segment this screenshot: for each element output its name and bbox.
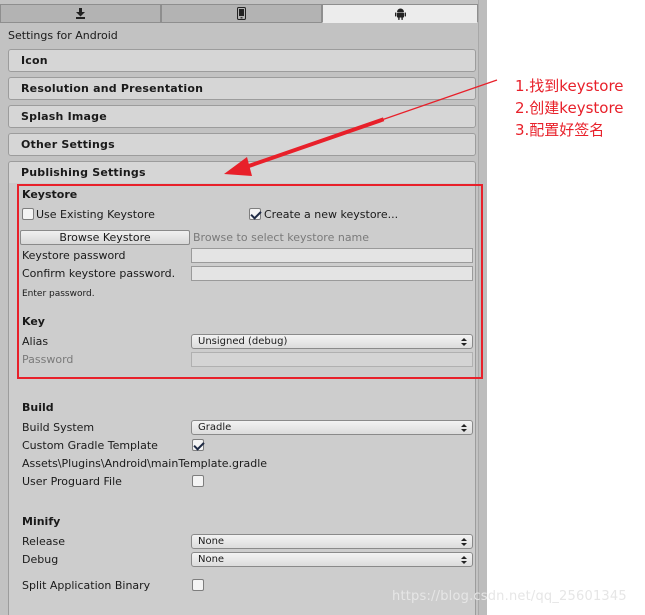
section-resolution[interactable]: Resolution and Presentation bbox=[8, 77, 476, 100]
section-other-settings-label: Other Settings bbox=[21, 138, 115, 151]
minify-release-value: None bbox=[198, 536, 225, 547]
annotation-step-3: 3.配置好签名 bbox=[515, 121, 605, 139]
gradle-template-path: Assets\Plugins\Android\mainTemplate.grad… bbox=[22, 457, 268, 470]
page-title: Settings for Android bbox=[8, 29, 118, 42]
dropdown-arrows-icon bbox=[461, 556, 467, 564]
minify-debug-value: None bbox=[198, 554, 225, 565]
section-icon[interactable]: Icon bbox=[8, 49, 476, 72]
tab-standalone[interactable] bbox=[0, 4, 161, 23]
build-heading: Build bbox=[22, 401, 54, 414]
split-application-binary-checkbox[interactable] bbox=[192, 579, 204, 591]
annotation-step-2: 2.创建keystore bbox=[515, 99, 624, 117]
annotation-step-1: 1.找到keystore bbox=[515, 77, 624, 95]
section-resolution-label: Resolution and Presentation bbox=[21, 82, 204, 95]
keystore-highlight-box bbox=[17, 184, 483, 379]
user-proguard-file-checkbox[interactable] bbox=[192, 475, 204, 487]
section-icon-label: Icon bbox=[21, 54, 48, 67]
dropdown-arrows-icon bbox=[461, 538, 467, 546]
tab-ios[interactable] bbox=[161, 4, 322, 23]
build-system-dropdown[interactable]: Gradle bbox=[191, 420, 473, 435]
annotation-steps: 1.找到keystore 2.创建keystore 3.配置好签名 bbox=[515, 75, 624, 141]
minify-release-dropdown[interactable]: None bbox=[191, 534, 473, 549]
section-publishing[interactable]: Publishing Settings bbox=[8, 161, 476, 185]
dropdown-arrows-icon bbox=[461, 424, 467, 432]
section-splash[interactable]: Splash Image bbox=[8, 105, 476, 128]
section-splash-label: Splash Image bbox=[21, 110, 107, 123]
platform-tabs bbox=[0, 4, 478, 23]
custom-gradle-template-label: Custom Gradle Template bbox=[22, 439, 158, 452]
phone-icon bbox=[237, 7, 246, 20]
android-icon bbox=[394, 8, 406, 20]
build-system-label: Build System bbox=[22, 421, 95, 434]
build-system-dropdown-value: Gradle bbox=[198, 422, 232, 433]
tab-android[interactable] bbox=[322, 4, 478, 23]
minify-debug-label: Debug bbox=[22, 553, 59, 566]
section-publishing-label: Publishing Settings bbox=[21, 166, 146, 179]
split-application-binary-label: Split Application Binary bbox=[22, 579, 151, 592]
watermark: https://blog.csdn.net/qq_25601345 bbox=[392, 589, 627, 604]
minify-release-label: Release bbox=[22, 535, 65, 548]
user-proguard-file-label: User Proguard File bbox=[22, 475, 122, 488]
minify-debug-dropdown[interactable]: None bbox=[191, 552, 473, 567]
download-icon bbox=[76, 8, 85, 19]
custom-gradle-template-checkbox[interactable] bbox=[192, 439, 204, 451]
minify-heading: Minify bbox=[22, 515, 61, 528]
section-other-settings[interactable]: Other Settings bbox=[8, 133, 476, 156]
